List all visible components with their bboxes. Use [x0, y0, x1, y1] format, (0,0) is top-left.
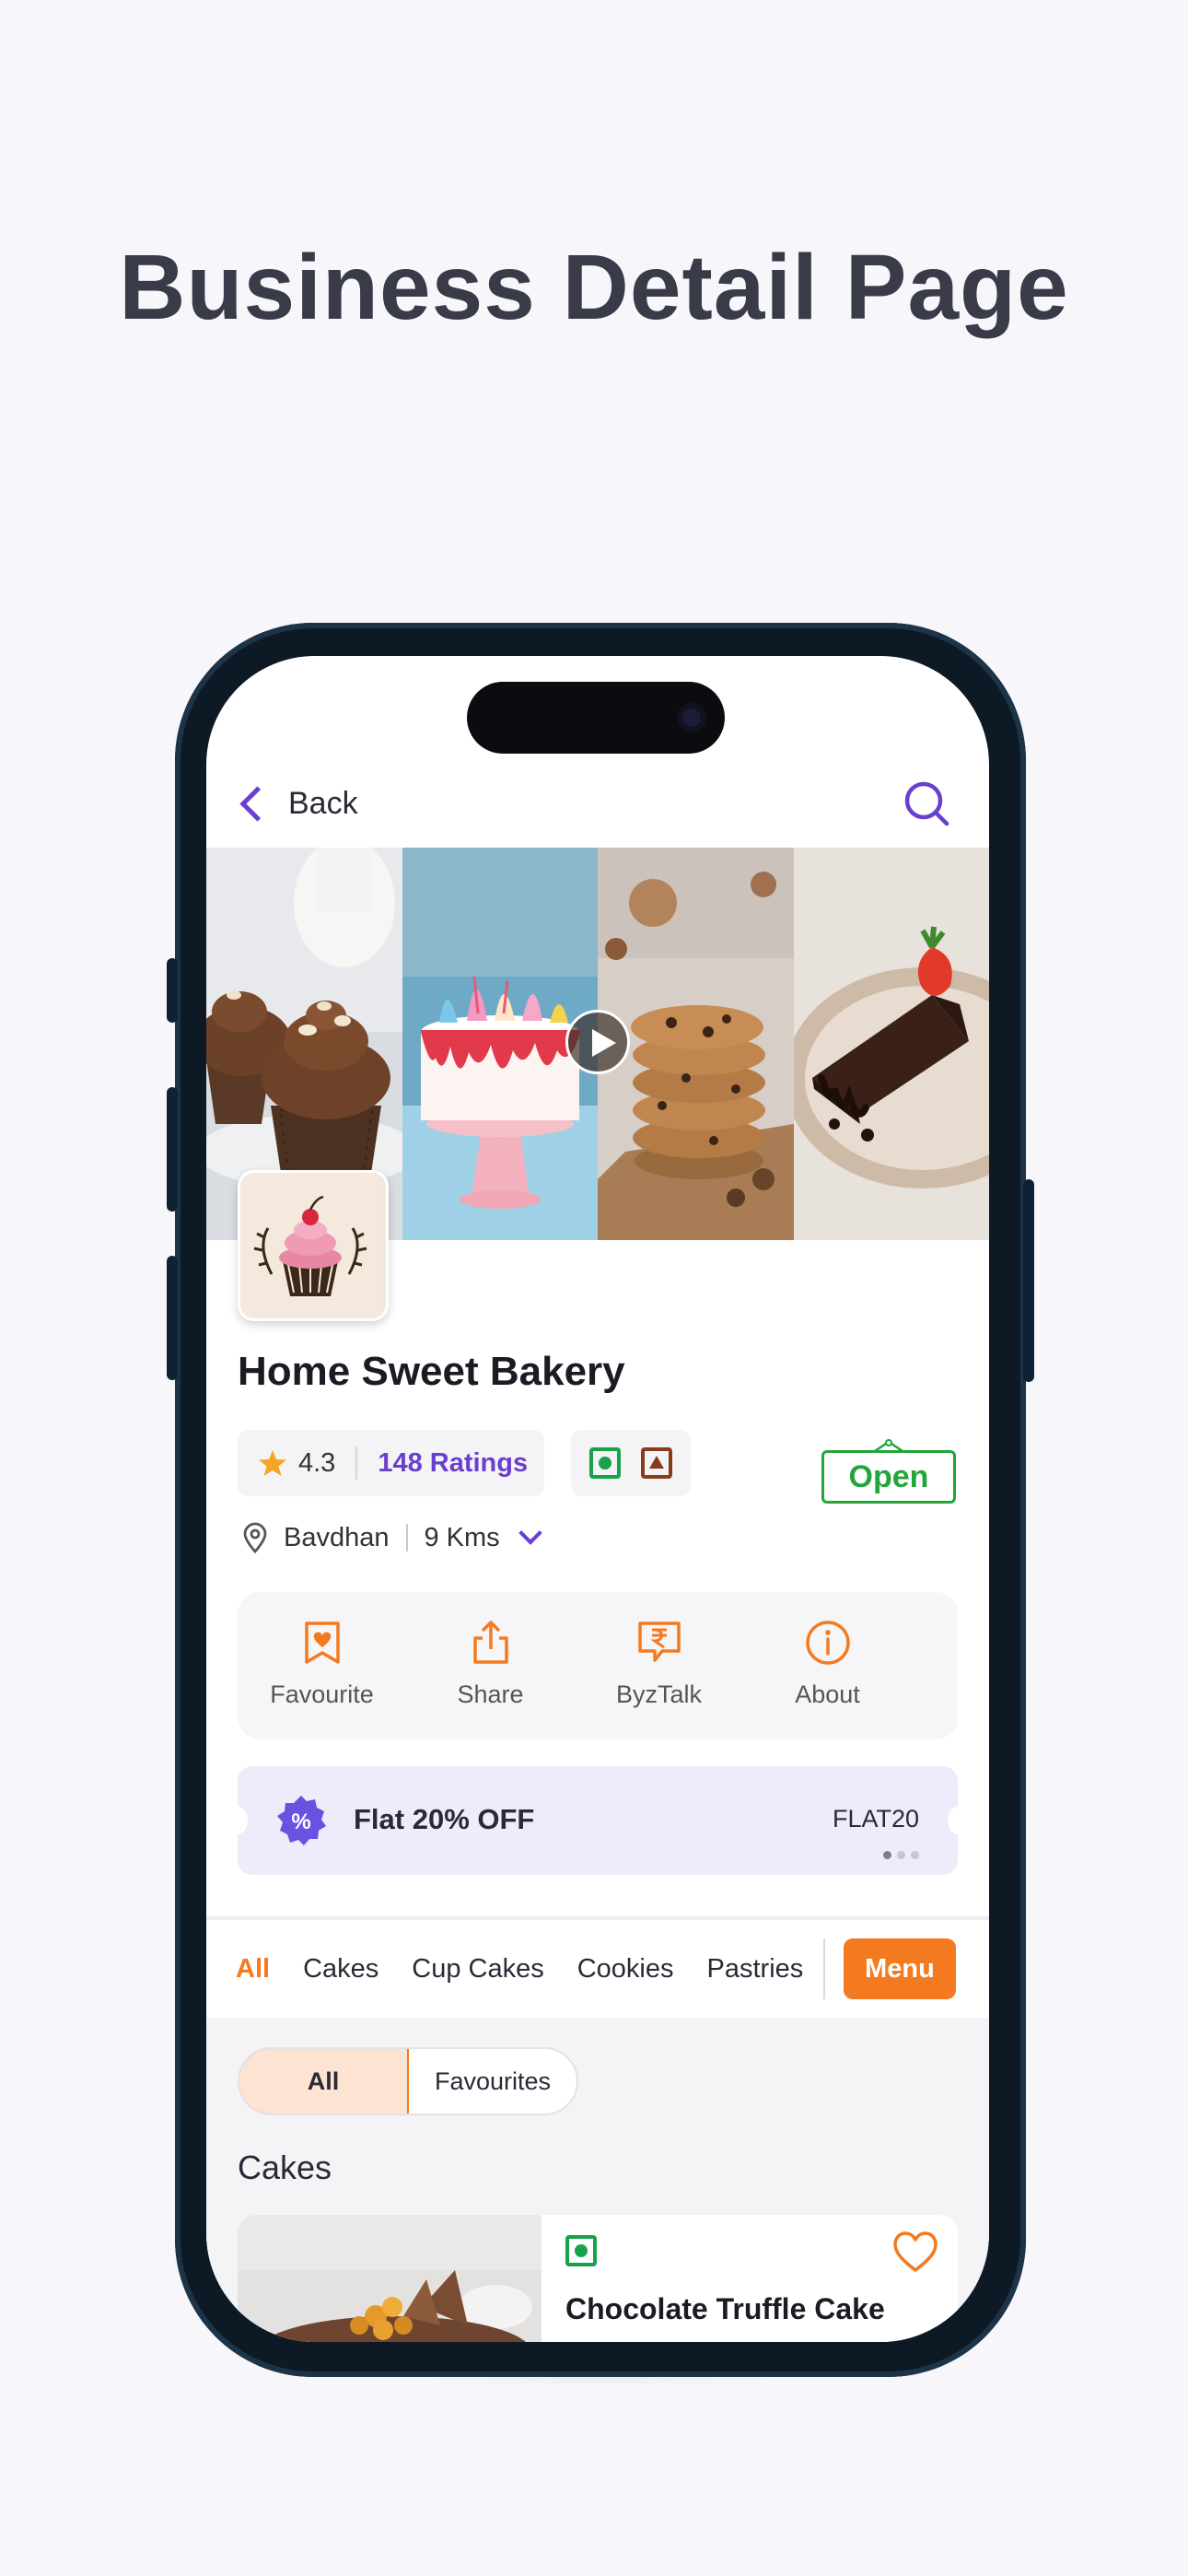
carousel-dot [883, 1851, 891, 1859]
action-bar: Favourite Share ByzTalk About [238, 1592, 958, 1739]
distance-value: 9 Kms [424, 1522, 500, 1552]
back-button[interactable]: Back [236, 748, 358, 859]
location-row[interactable]: Bavdhan 9 Kms [241, 1515, 542, 1561]
location-name: Bavdhan [284, 1522, 390, 1552]
category-tabs: All Cakes Cup Cakes Cookies Pastries Men… [206, 1920, 989, 2018]
product-title: Chocolate Truffle Cake [565, 2292, 885, 2325]
share-button[interactable]: Share [406, 1592, 575, 1739]
share-label: Share [457, 1680, 524, 1708]
about-label: About [795, 1680, 860, 1708]
top-bar: Back [206, 748, 989, 859]
carousel-dot [911, 1851, 919, 1859]
heart-icon[interactable] [891, 2230, 939, 2274]
chocolate-cake-slice-photo[interactable] [793, 848, 989, 1240]
coupon-notch [227, 1807, 248, 1834]
bookmark-heart-icon [304, 1622, 340, 1664]
category-list: All Cakes Cup Cakes Cookies Pastries [236, 1920, 825, 2018]
offer-code: FLAT20 [832, 1805, 919, 1832]
about-button[interactable]: About [743, 1592, 912, 1739]
location-divider [405, 1524, 408, 1551]
chevron-left-icon [239, 785, 275, 822]
favourite-button[interactable]: Favourite [238, 1592, 406, 1739]
favourite-label: Favourite [270, 1680, 374, 1708]
discount-badge-icon: % [277, 1796, 326, 1845]
offer-title: Flat 20% OFF [354, 1803, 535, 1835]
page-headline: Business Detail Page [119, 236, 1069, 339]
tab-cakes[interactable]: Cakes [303, 1954, 379, 1985]
carousel-dot [897, 1851, 905, 1859]
non-veg-icon [641, 1447, 672, 1479]
byztalk-button[interactable]: ByzTalk [575, 1592, 743, 1739]
tab-cup-cakes[interactable]: Cup Cakes [412, 1954, 543, 1985]
offer-banner[interactable]: % Flat 20% OFF FLAT20 [227, 1766, 968, 1875]
search-icon[interactable] [903, 779, 950, 827]
dynamic-island [467, 682, 725, 754]
product-photo [238, 2215, 542, 2342]
menu-button[interactable]: Menu [844, 1938, 956, 1999]
business-name: Home Sweet Bakery [238, 1349, 625, 1394]
volume-up-button [167, 1087, 178, 1212]
filter-toggle: All Favourites [238, 2047, 578, 2115]
tab-cookies[interactable]: Cookies [577, 1954, 674, 1985]
svg-text:%: % [291, 1809, 310, 1834]
open-status-sign: Open [821, 1439, 956, 1504]
byztalk-label: ByzTalk [615, 1680, 703, 1708]
business-logo [238, 1170, 389, 1321]
back-label: Back [288, 785, 358, 821]
volume-down-button [167, 1256, 178, 1380]
veg-icon [565, 2235, 597, 2266]
phone-screen: Back Home Sweet Bakery 4.3 148 Ratings O… [206, 656, 989, 2342]
action-button [167, 958, 178, 1023]
coupon-notch [948, 1807, 968, 1834]
rating-value: 4.3 [298, 1447, 336, 1478]
info-icon [805, 1621, 850, 1665]
filter-favourites[interactable]: Favourites [409, 2049, 577, 2113]
open-status-label: Open [821, 1450, 956, 1504]
filter-all[interactable]: All [239, 2049, 409, 2113]
location-pin-icon [243, 1522, 267, 1553]
camera-icon [677, 703, 706, 732]
rupee-chat-icon [637, 1622, 681, 1662]
section-title: Cakes [238, 2149, 332, 2186]
rating-badge[interactable]: 4.3 148 Ratings [238, 1430, 544, 1496]
power-button [1023, 1179, 1034, 1382]
food-type-badge [571, 1430, 691, 1496]
veg-icon [589, 1447, 621, 1479]
share-icon [472, 1621, 508, 1664]
play-video-icon[interactable] [565, 1010, 630, 1074]
star-icon [259, 1450, 286, 1476]
ratings-count-link[interactable]: 148 Ratings [378, 1448, 528, 1479]
rating-divider [355, 1446, 358, 1480]
tabs-divider [823, 1938, 825, 1999]
product-card[interactable]: Chocolate Truffle Cake [238, 2215, 958, 2342]
chevron-down-icon[interactable] [518, 1521, 542, 1545]
tab-pastries[interactable]: Pastries [707, 1954, 804, 1985]
tab-all[interactable]: All [236, 1954, 270, 1985]
carousel-indicator [883, 1851, 919, 1859]
